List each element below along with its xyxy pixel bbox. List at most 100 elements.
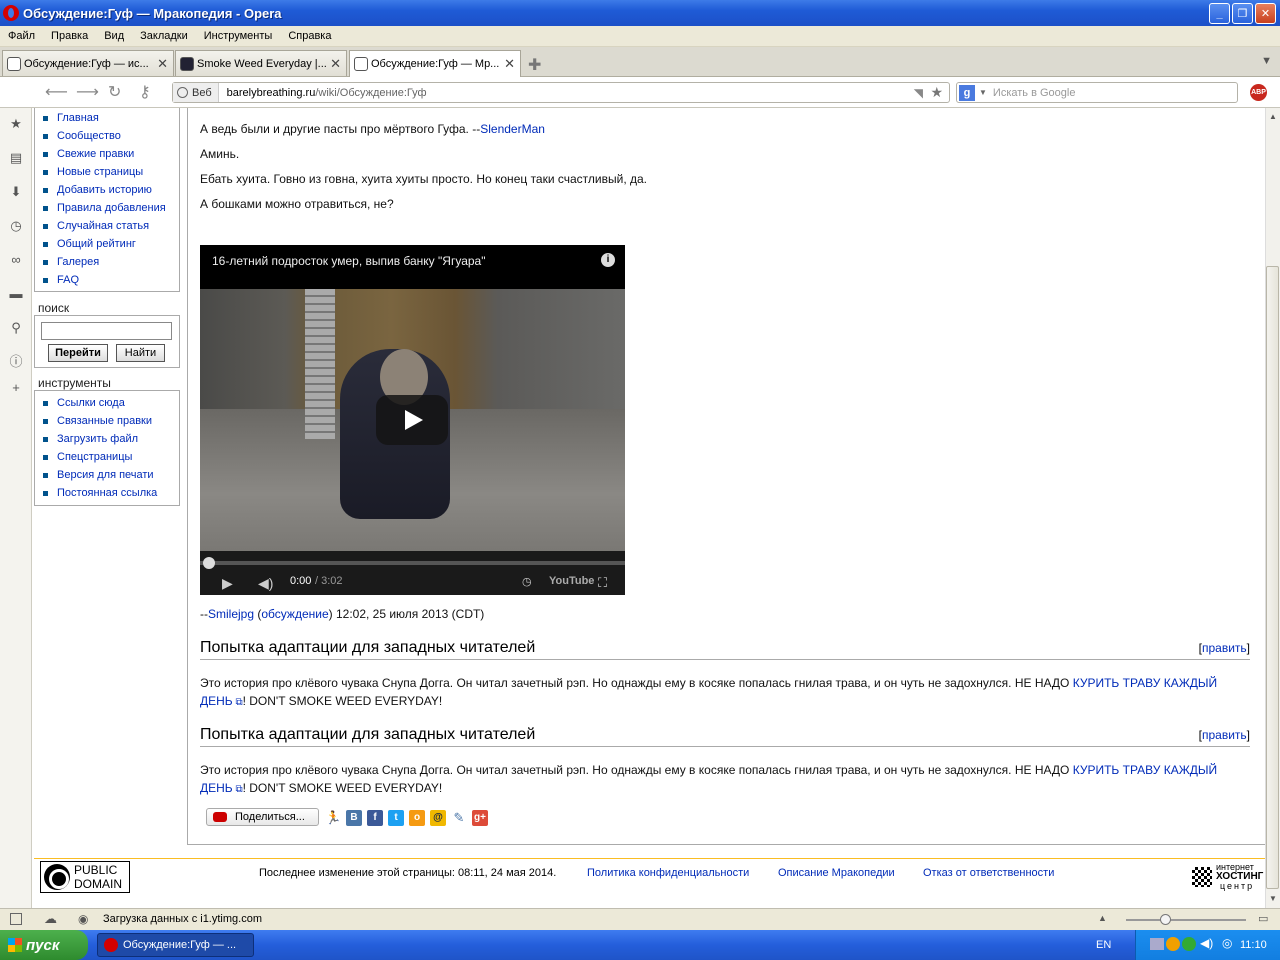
wiki-search-input[interactable] <box>41 322 172 340</box>
video-progress-bar[interactable] <box>200 561 625 565</box>
watch-later-clock-icon[interactable]: ◷ <box>522 575 532 588</box>
volume-tray-icon[interactable]: ◀) <box>1200 936 1213 950</box>
new-tab-icon[interactable]: ✚ <box>528 55 541 75</box>
language-indicator[interactable]: EN <box>1096 939 1111 951</box>
address-field[interactable]: Веб barelybreathing.ru/wiki/Обсуждение:Г… <box>172 82 950 103</box>
close-window-button[interactable]: ✕ <box>1255 3 1276 24</box>
history-clock-icon[interactable]: ◷ <box>8 218 24 234</box>
scrollbar-thumb[interactable] <box>1266 266 1279 889</box>
about-link[interactable]: Описание Мракопедии <box>778 867 895 879</box>
public-domain-badge[interactable]: PUBLIC DOMAIN <box>40 861 130 893</box>
edit-section-link[interactable]: править <box>1202 641 1247 655</box>
nav-link-new-pages[interactable]: Новые страницы <box>35 163 179 181</box>
tab-2[interactable]: Smoke Weed Everyday |... ✕ <box>175 50 347 76</box>
minimize-button[interactable]: _ <box>1209 3 1230 24</box>
bookmark-star-icon[interactable]: ★ <box>930 84 943 101</box>
disclaimer-link[interactable]: Отказ от ответственности <box>923 867 1054 879</box>
video-info-icon[interactable]: i <box>601 253 615 267</box>
tab-1[interactable]: Обсуждение:Гуф — ис... ✕ <box>2 50 174 76</box>
livejournal-pencil-icon[interactable]: ✎ <box>451 810 467 826</box>
cloud-icon[interactable]: ☁ <box>44 911 57 927</box>
close-tab-icon[interactable]: ✕ <box>330 56 341 72</box>
tray-app-icon[interactable] <box>1166 937 1180 951</box>
search-engine-chevron-icon[interactable]: ▼ <box>979 88 987 97</box>
nav-link-community[interactable]: Сообщество <box>35 127 179 145</box>
tool-link-print[interactable]: Версия для печати <box>35 466 179 484</box>
tab-3-active[interactable]: Обсуждение:Гуф — Мр... ✕ <box>349 50 521 77</box>
mail-ru-icon[interactable]: @ <box>430 810 446 826</box>
find-button[interactable]: Найти <box>116 344 165 362</box>
bookmarks-star-icon[interactable]: ★ <box>8 116 24 132</box>
youtube-player[interactable]: 16-летний подросток умер, выпив банку "Я… <box>200 245 625 595</box>
tool-link-permalink[interactable]: Постоянная ссылка <box>35 484 179 502</box>
nav-link-main[interactable]: Главная <box>35 109 179 127</box>
taskbar-opera-window[interactable]: Обсуждение:Гуф — ... <box>97 933 254 957</box>
nav-link-rating[interactable]: Общий рейтинг <box>35 235 179 253</box>
key-icon[interactable]: ⚷ <box>139 82 151 102</box>
nav-link-faq[interactable]: FAQ <box>35 271 179 289</box>
twitter-icon[interactable]: t <box>388 810 404 826</box>
go-button[interactable]: Перейти <box>48 344 108 362</box>
youtube-logo-icon[interactable]: YouTube <box>549 575 594 587</box>
tool-link-related-changes[interactable]: Связанные правки <box>35 412 179 430</box>
play-button[interactable] <box>376 395 448 445</box>
volume-icon[interactable]: ◀) <box>258 575 273 592</box>
adblock-icon[interactable]: ABP <box>1250 84 1267 101</box>
utorrent-icon[interactable] <box>1182 937 1196 951</box>
panel-toggle-icon[interactable] <box>10 913 22 925</box>
rss-icon[interactable]: ◥ <box>914 86 923 100</box>
tool-link-whatlinkshere[interactable]: Ссылки сюда <box>35 394 179 412</box>
view-icon[interactable]: ▭ <box>1258 912 1268 925</box>
start-button[interactable]: пуск <box>0 930 88 960</box>
user-link-smilejpg[interactable]: Smilejpg <box>208 607 254 621</box>
info-icon[interactable]: ⓘ <box>8 354 24 370</box>
search-field[interactable]: g ▼ Искать в Google <box>956 82 1238 103</box>
share-button[interactable]: Поделиться... <box>206 808 319 826</box>
network-icon[interactable] <box>1150 938 1164 950</box>
nav-link-gallery[interactable]: Галерея <box>35 253 179 271</box>
google-plus-icon[interactable]: g+ <box>472 810 488 826</box>
menu-file[interactable]: Файл <box>0 30 43 42</box>
nav-link-random[interactable]: Случайная статья <box>35 217 179 235</box>
close-tab-icon[interactable]: ✕ <box>504 56 515 72</box>
zoom-slider[interactable] <box>1126 919 1246 921</box>
menu-tools[interactable]: Инструменты <box>196 30 281 42</box>
menu-bookmarks[interactable]: Закладки <box>132 30 196 42</box>
maximize-button[interactable]: ❐ <box>1232 3 1253 24</box>
video-title[interactable]: 16-летний подросток умер, выпив банку "Я… <box>212 254 485 268</box>
tab-list-chevron-icon[interactable]: ▼ <box>1261 55 1272 67</box>
menu-help[interactable]: Справка <box>280 30 339 42</box>
status-arrow-icon[interactable]: ▲ <box>1098 913 1107 923</box>
scroll-up-icon[interactable]: ▲ <box>1269 112 1277 121</box>
windows-icon[interactable]: ▬ <box>8 286 24 302</box>
tray-extra-icon[interactable]: ◎ <box>1222 936 1232 950</box>
user-link-slenderman[interactable]: SlenderMan <box>480 122 545 136</box>
add-panel-icon[interactable]: + <box>8 380 24 396</box>
fullscreen-icon[interactable]: ⛶ <box>598 575 607 591</box>
tool-link-upload[interactable]: Загрузить файл <box>35 430 179 448</box>
runner-icon[interactable]: 🏃 <box>325 810 341 826</box>
zoom-slider-handle[interactable] <box>1160 914 1171 925</box>
menu-view[interactable]: Вид <box>96 30 132 42</box>
nav-link-rules[interactable]: Правила добавления <box>35 199 179 217</box>
scroll-down-icon[interactable]: ▼ <box>1269 894 1277 903</box>
privacy-link[interactable]: Политика конфиденциальности <box>587 867 749 879</box>
menu-edit[interactable]: Правка <box>43 30 96 42</box>
forward-icon[interactable]: ⟶ <box>76 82 99 102</box>
nav-link-recent-changes[interactable]: Свежие правки <box>35 145 179 163</box>
vkontakte-icon[interactable]: В <box>346 810 362 826</box>
links-icon[interactable]: ∞ <box>8 252 24 268</box>
reload-icon[interactable]: ↻ <box>108 82 121 102</box>
back-icon[interactable]: ⟵ <box>45 82 68 102</box>
nav-link-add-story[interactable]: Добавить историю <box>35 181 179 199</box>
facebook-icon[interactable]: f <box>367 810 383 826</box>
speed-dial-icon[interactable]: ◉ <box>78 912 88 926</box>
edit-section-link[interactable]: править <box>1202 728 1247 742</box>
downloads-icon[interactable]: ⬇ <box>8 184 24 200</box>
talk-link[interactable]: обсуждение <box>261 607 328 621</box>
search-icon[interactable]: ⚲ <box>8 320 24 336</box>
notes-icon[interactable]: ▤ <box>8 150 24 166</box>
video-scrubber[interactable] <box>203 557 215 569</box>
odnoklassniki-icon[interactable]: о <box>409 810 425 826</box>
tool-link-special-pages[interactable]: Спецстраницы <box>35 448 179 466</box>
